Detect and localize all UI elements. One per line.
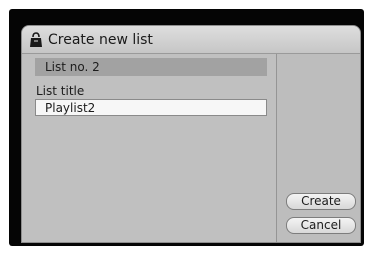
create-new-list-dialog: Create new list List no. 2 List title Cr… xyxy=(21,25,361,243)
button-pane xyxy=(277,54,360,242)
list-title-input[interactable] xyxy=(35,99,267,116)
bag-icon xyxy=(29,32,43,48)
create-button[interactable]: Create xyxy=(286,193,356,210)
list-number: List no. 2 xyxy=(35,58,267,76)
cancel-button[interactable]: Cancel xyxy=(286,217,356,234)
list-title-label: List title xyxy=(36,84,85,98)
form-pane xyxy=(22,54,276,242)
dialog-title: Create new list xyxy=(48,32,153,48)
dialog-titlebar: Create new list xyxy=(22,26,360,54)
